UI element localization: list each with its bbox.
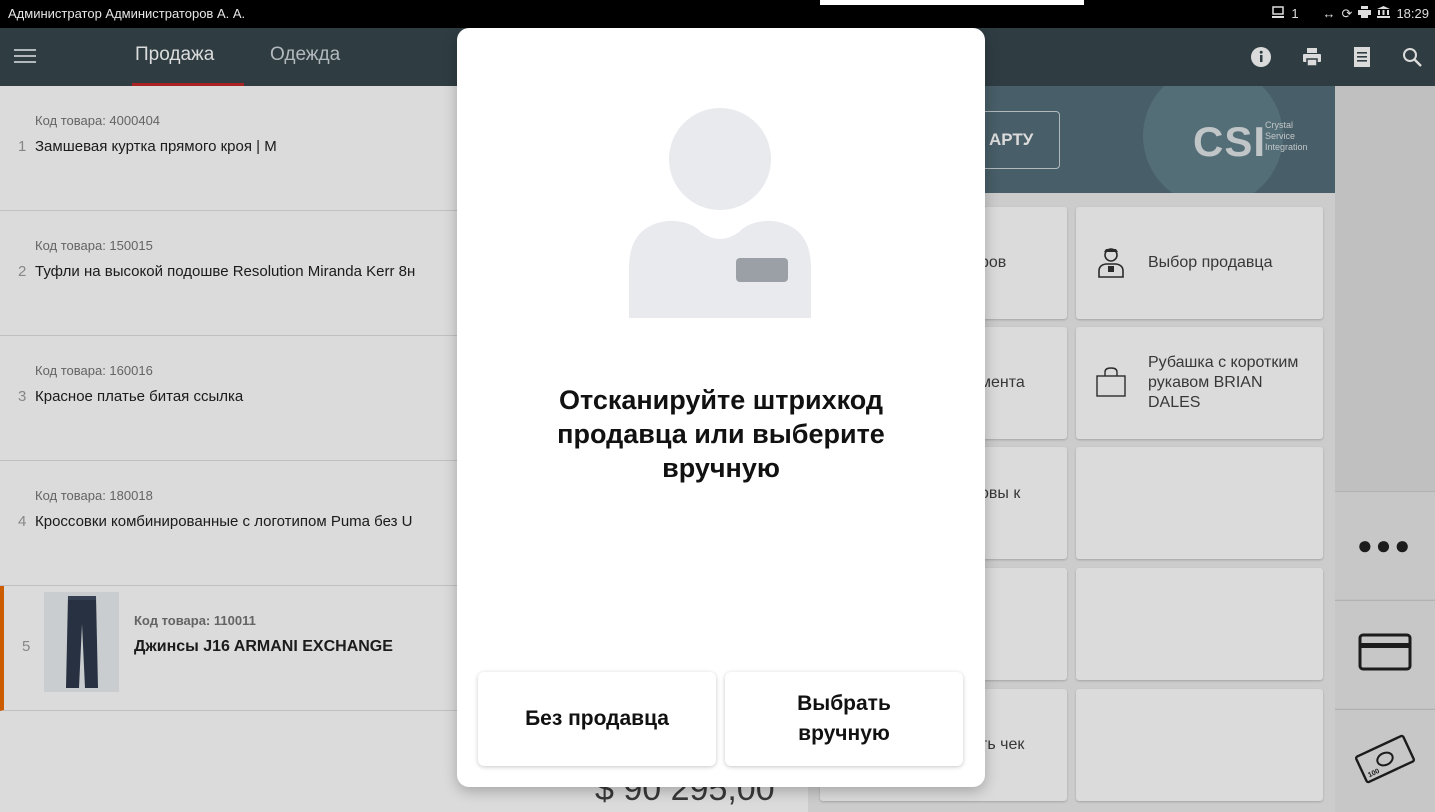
seller-avatar-icon [629,108,811,318]
no-seller-button[interactable]: Без продавца [478,672,716,766]
clock: 18:29 [1396,6,1429,21]
sync-arrows-icon: ↔ [1322,6,1336,21]
status-icons: 1 ↔ ⟳ 18:29 [1271,5,1429,22]
refresh-icon: ⟳ [1341,5,1353,21]
printer-status-icon [1358,6,1372,21]
bank-icon [1377,6,1391,21]
seller-dialog: Отсканируйте штрихкод продавца или выбер… [457,28,985,787]
status-highlight [820,0,1084,5]
choose-manually-button[interactable]: Выбрать вручную [725,672,963,766]
cash-register-icon [1271,5,1285,22]
operator-name: Администратор Администраторов А. А. [8,6,246,21]
status-bar: Администратор Администраторов А. А. 1 ↔ … [0,0,1435,28]
device-count: 1 [1291,6,1299,21]
dialog-title: Отсканируйте штрихкод продавца или выбер… [557,385,885,483]
